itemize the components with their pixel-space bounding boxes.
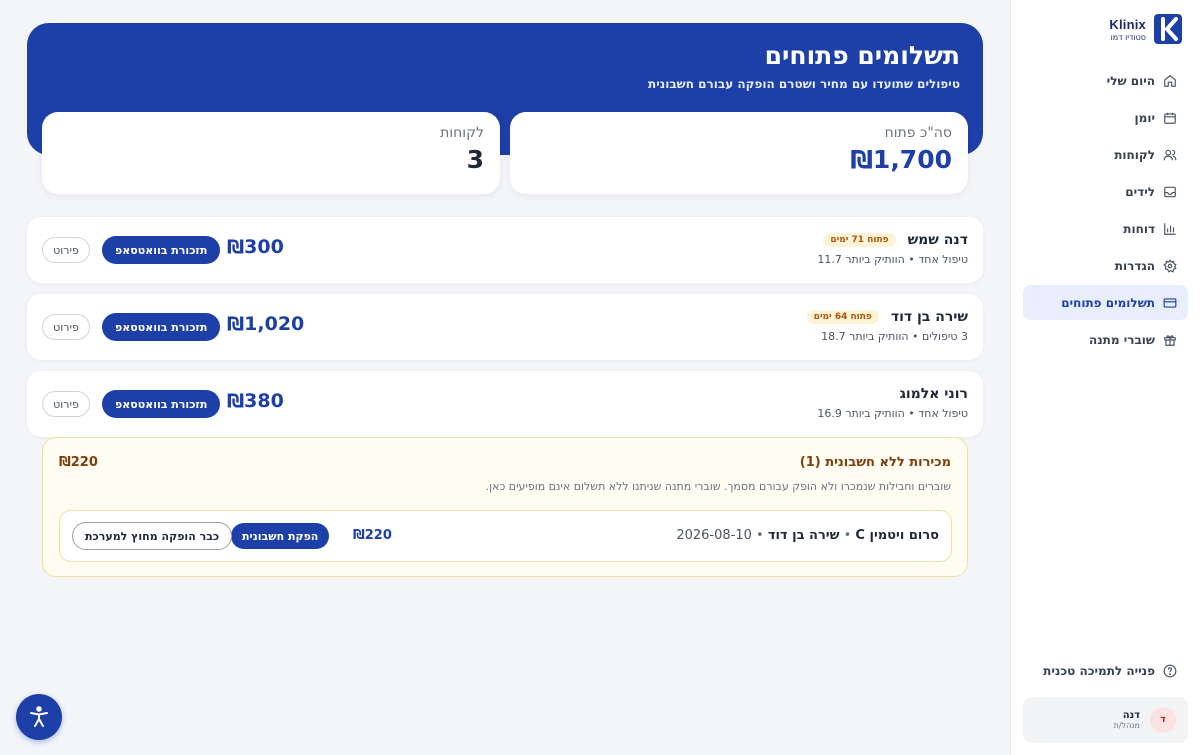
uninvoiced-sales-panel: מכירות ללא חשבונית (1) ₪220 שוברים וחביל… <box>42 437 968 577</box>
client-name: שירה בן דוד <box>890 309 968 325</box>
client-info: שירה בן דוד פתוח 64 ימים 3 טיפולים • הוו… <box>806 309 968 343</box>
whatsapp-reminder-button[interactable]: תזכורת בוואטסאפ <box>102 313 221 341</box>
brand-name: Klinix <box>1109 16 1146 32</box>
total-open-value: ₪1,700 <box>850 145 952 174</box>
client-row: דנה שמש פתוח 71 ימים טיפול אחד • הוותיק … <box>27 217 983 283</box>
avatar: ד <box>1150 707 1176 733</box>
client-row: רוני אלמוג טיפול אחד • הוותיק ביותר 16.9… <box>27 371 983 437</box>
total-open-card: סה"כ פתוח ₪1,700 <box>510 112 968 194</box>
logo-mark-icon <box>1154 14 1182 44</box>
support-label: פנייה לתמיכה טכנית <box>1043 664 1155 678</box>
sidebar-item-clients[interactable]: לקוחות <box>1023 137 1188 172</box>
sidebar-item-label: הגדרות <box>1114 258 1155 273</box>
uninvoiced-description: שוברים וחבילות שנמכרו ולא הופק עבורם מסמ… <box>485 480 951 493</box>
whatsapp-reminder-button[interactable]: תזכורת בוואטסאפ <box>102 390 221 418</box>
user-card[interactable]: ד דנה מנהל/ת <box>1023 697 1188 743</box>
issued-externally-button[interactable]: כבר הופקה מחוץ למערכת <box>72 522 233 550</box>
total-open-label: סה"כ פתוח <box>884 125 952 141</box>
uninvoiced-total: ₪220 <box>59 455 98 470</box>
days-open-badge: פתוח 64 ימים <box>806 310 879 324</box>
clients-count-card: לקוחות 3 <box>42 112 500 194</box>
sidebar-item-label: לידים <box>1125 184 1155 199</box>
uninvoiced-title: מכירות ללא חשבונית (1) <box>799 455 951 470</box>
sidebar: Klinix סטודיו דמו היום שלי יומן לקוחות ל… <box>1010 0 1200 755</box>
page-title: תשלומים פתוחים <box>764 41 960 70</box>
sidebar-item-label: שוברי מתנה <box>1088 332 1155 347</box>
sidebar-item-label: היום שלי <box>1106 73 1155 88</box>
sidebar-item-label: יומן <box>1134 110 1155 125</box>
main-nav: היום שלי יומן לקוחות לידים דוחות הגדרות … <box>1023 63 1188 359</box>
sidebar-item-label: לקוחות <box>1114 147 1155 162</box>
product-name: סרום ויטמין C <box>855 528 939 543</box>
item-amount: ₪220 <box>353 528 392 543</box>
users-icon <box>1163 148 1177 162</box>
brand-subtitle: סטודיו דמו <box>1110 32 1146 42</box>
sidebar-item-calendar[interactable]: יומן <box>1023 100 1188 135</box>
days-open-badge: פתוח 71 ימים <box>823 233 896 247</box>
help-icon <box>1163 664 1177 678</box>
support-link[interactable]: פנייה לתמיכה טכנית <box>1023 655 1188 687</box>
client-amount: ₪380 <box>227 390 284 412</box>
accessibility-icon <box>30 706 48 727</box>
page-subtitle: טיפולים שתועדו עם מחיר ושטרם הופקה עבורם… <box>648 77 960 91</box>
gear-icon <box>1163 258 1177 273</box>
uninvoiced-item-description: סרום ויטמין C • שירה בן דוד • 2026-08-10 <box>676 528 939 543</box>
logo[interactable]: Klinix סטודיו דמו <box>1109 14 1182 44</box>
bar-chart-icon <box>1163 222 1177 236</box>
issue-invoice-button[interactable]: הפקת חשבונית <box>231 523 330 549</box>
client-meta: טיפול אחד • הוותיק ביותר 11.7 <box>817 253 968 266</box>
client-amount: ₪1,020 <box>227 313 305 335</box>
sidebar-item-reports[interactable]: דוחות <box>1023 211 1188 246</box>
whatsapp-reminder-button[interactable]: תזכורת בוואטסאפ <box>102 236 221 264</box>
gift-icon <box>1163 333 1177 347</box>
client-meta: טיפול אחד • הוותיק ביותר 16.9 <box>817 407 968 420</box>
details-button[interactable]: פירוט <box>42 391 90 417</box>
details-button[interactable]: פירוט <box>42 314 90 340</box>
logo-text: Klinix סטודיו דמו <box>1109 17 1146 42</box>
sidebar-item-leads[interactable]: לידים <box>1023 174 1188 209</box>
accessibility-button[interactable] <box>16 694 62 740</box>
inbox-icon <box>1163 185 1177 199</box>
clients-count-label: לקוחות <box>440 125 484 141</box>
client-amount: ₪300 <box>227 236 284 258</box>
user-name: דנה <box>1122 710 1140 721</box>
sidebar-item-today[interactable]: היום שלי <box>1023 63 1188 98</box>
client-name: דנה שמש <box>907 232 968 248</box>
client-info: רוני אלמוג טיפול אחד • הוותיק ביותר 16.9 <box>817 386 968 420</box>
user-role: מנהל/ת <box>1113 721 1140 730</box>
calendar-icon <box>1163 111 1177 125</box>
client-info: דנה שמש פתוח 71 ימים טיפול אחד • הוותיק … <box>817 232 968 266</box>
sidebar-item-open-payments[interactable]: תשלומים פתוחים <box>1023 285 1188 320</box>
user-info: דנה מנהל/ת <box>1114 710 1140 730</box>
sidebar-item-settings[interactable]: הגדרות <box>1023 248 1188 283</box>
uninvoiced-item: סרום ויטמין C • שירה בן דוד • 2026-08-10… <box>59 510 952 562</box>
credit-card-icon <box>1163 296 1177 310</box>
client-meta: 3 טיפולים • הוותיק ביותר 18.7 <box>821 330 968 343</box>
home-icon <box>1163 74 1177 88</box>
client-row: שירה בן דוד פתוח 64 ימים 3 טיפולים • הוו… <box>27 294 983 360</box>
clients-count-value: 3 <box>466 145 484 174</box>
details-button[interactable]: פירוט <box>42 237 90 263</box>
item-date: 2026-08-10 <box>676 528 752 543</box>
sidebar-item-label: דוחות <box>1123 221 1155 236</box>
item-client-name: שירה בן דוד <box>767 528 840 543</box>
sidebar-item-gift-cards[interactable]: שוברי מתנה <box>1023 322 1188 357</box>
client-name: רוני אלמוג <box>899 386 968 402</box>
sidebar-item-label: תשלומים פתוחים <box>1061 295 1155 310</box>
